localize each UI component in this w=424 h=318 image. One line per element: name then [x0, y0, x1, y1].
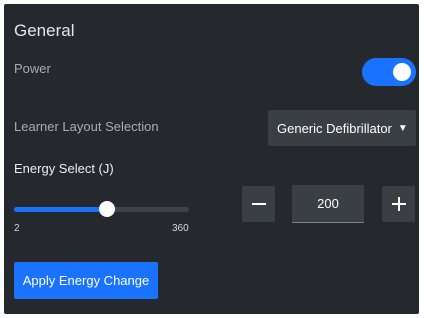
energy-max-label: 360	[172, 223, 189, 234]
slider-thumb[interactable]	[98, 201, 115, 217]
decrease-energy-button[interactable]	[242, 186, 275, 222]
toggle-knob	[393, 63, 411, 81]
learner-layout-label: Learner Layout Selection	[14, 119, 159, 134]
energy-select-label: Energy Select (J)	[14, 161, 114, 176]
general-panel: General Power Learner Layout Selection G…	[4, 4, 419, 314]
caret-down-icon: ▼	[397, 122, 408, 134]
select-value: Generic Defibrillator	[277, 120, 392, 136]
energy-value-field[interactable]: 200	[292, 185, 364, 223]
energy-slider[interactable]	[14, 199, 189, 219]
power-toggle[interactable]	[362, 58, 416, 86]
minus-icon	[251, 203, 266, 205]
energy-min-label: 2	[14, 223, 20, 234]
panel-title: General	[14, 21, 75, 40]
slider-fill	[14, 207, 107, 212]
increase-energy-button[interactable]	[382, 186, 415, 222]
apply-energy-change-button[interactable]: Apply Energy Change	[14, 262, 158, 299]
plus-icon	[391, 197, 406, 211]
learner-layout-select[interactable]: Generic Defibrillator ▼	[268, 110, 416, 146]
power-label: Power	[14, 61, 51, 76]
